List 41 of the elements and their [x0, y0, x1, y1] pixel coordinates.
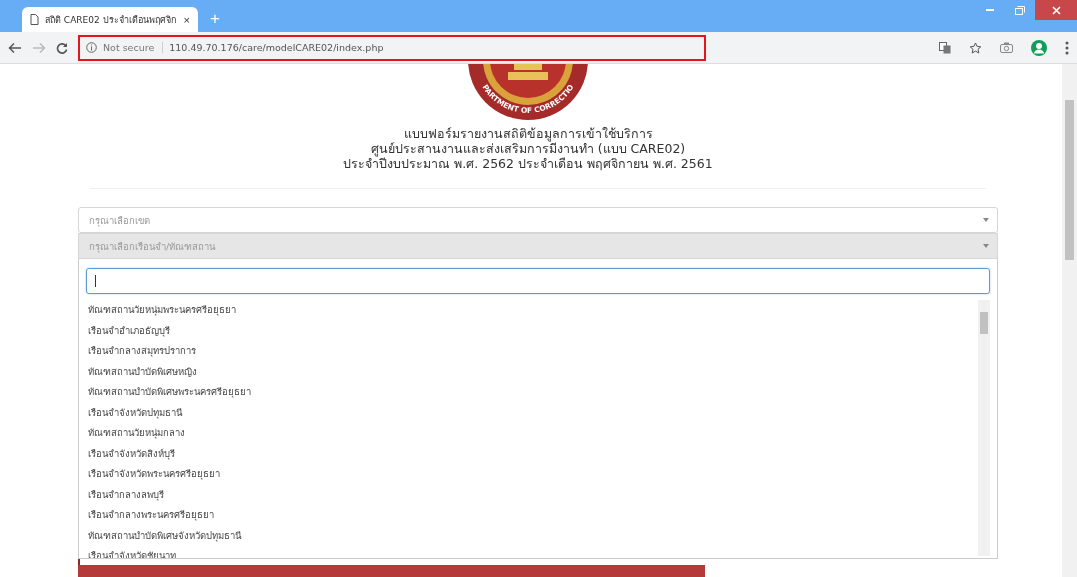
dropdown-option[interactable]: ทัณฑสถานวัยหนุ่มกลาง	[86, 423, 978, 444]
browser-tab[interactable]: สถิติ CARE02 ประจำเดือนพฤศจิก ×	[22, 7, 198, 32]
list-scrollbar[interactable]	[978, 300, 990, 556]
form-heading-line: ศูนย์ประสานงานและส่งเสริมการมีงานทำ (แบบ CARE02)	[370, 141, 686, 156]
close-tab-button[interactable]: ×	[183, 13, 190, 26]
minimize-icon	[986, 9, 994, 11]
dropdown-option[interactable]: เรือนจำจังหวัดพระนครศรีอยุธยา	[86, 464, 978, 485]
caret-icon	[983, 244, 989, 248]
dropdown-option[interactable]: เรือนจำกลางสมุทรปราการ	[86, 341, 978, 362]
scrollbar[interactable]	[1062, 64, 1077, 577]
dropdown-option[interactable]: ทัณฑสถานบำบัดพิเศษหญิง	[86, 361, 978, 382]
restore-icon	[1015, 5, 1025, 15]
dropdown-option[interactable]: ทัณฑสถานบำบัดพิเศษจังหวัดปทุมธานี	[86, 525, 978, 546]
page-icon	[30, 14, 39, 25]
tab-title: สถิติ CARE02 ประจำเดือนพฤศจิก	[45, 13, 177, 27]
caret-icon	[983, 218, 989, 222]
back-button[interactable]	[8, 41, 22, 54]
info-icon	[86, 42, 97, 53]
url-text: 110.49.70.176/care/modelCARE02/index.php	[169, 42, 384, 53]
camera-icon[interactable]	[1000, 42, 1013, 53]
forward-button[interactable]	[32, 41, 46, 54]
dropdown-option[interactable]: ทัณฑสถานบำบัดพิเศษพระนครศรีอยุธยา	[86, 382, 978, 403]
star-icon[interactable]	[969, 41, 982, 54]
reload-button[interactable]	[56, 41, 68, 54]
dropdown-option[interactable]: เรือนจำกลางพระนครศรีอยุธยา	[86, 505, 978, 526]
profile-avatar-icon[interactable]	[1031, 39, 1047, 56]
form-heading-line: แบบฟอร์มรายงานสถิติข้อมูลการเข้าใช้บริการ	[403, 126, 653, 141]
form-heading-line: ประจำปีงบประมาณ พ.ศ. 2562 ประจำเดือน พฤศจิกายน พ.ศ. 2561	[343, 156, 713, 171]
address-field[interactable]: Not secure 110.49.70.176/care/modelCARE02/index.php	[78, 34, 706, 61]
translate-icon[interactable]	[939, 41, 951, 54]
close-window-button[interactable]	[1035, 0, 1077, 20]
close-icon	[1051, 5, 1061, 15]
menu-icon[interactable]	[1065, 40, 1069, 55]
dropdown-option[interactable]: เรือนจำจังหวัดปทุมธานี	[86, 402, 978, 423]
dropdown-option[interactable]: ทัณฑสถานวัยหนุ่มพระนครศรีอยุธยา	[86, 300, 978, 321]
dropdown-option[interactable]: เรือนจำอำเภอธัญบุรี	[86, 320, 978, 341]
dropdown-option[interactable]: เรือนจำกลางลพบุรี	[86, 484, 978, 505]
security-label: Not secure	[103, 42, 164, 53]
text-cursor	[95, 275, 96, 287]
dropdown-option[interactable]: เรือนจำจังหวัดสิงห์บุรี	[86, 443, 978, 464]
search-field[interactable]	[86, 268, 990, 294]
